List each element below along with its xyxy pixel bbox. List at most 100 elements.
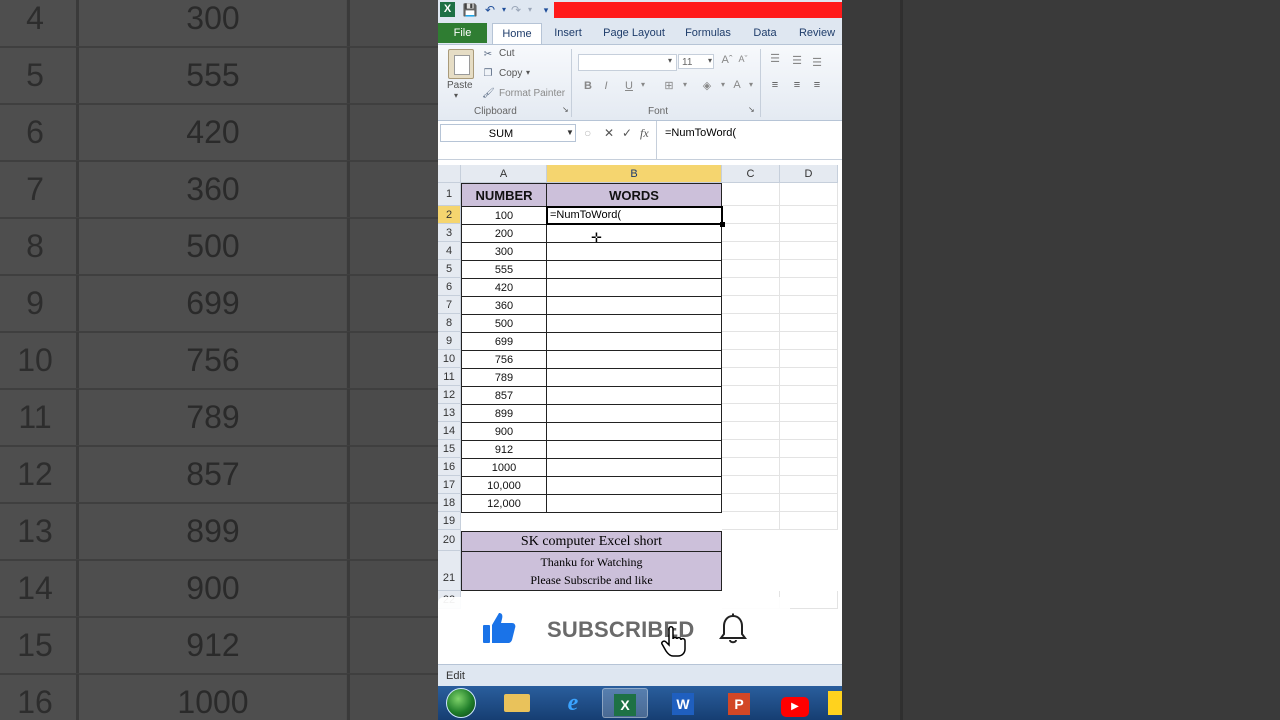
row-header-20[interactable]: 20	[438, 530, 461, 551]
banner-message-cell[interactable]: Thanku for Watching Please Subscribe and…	[461, 551, 722, 591]
row-header-11[interactable]: 11	[438, 368, 461, 386]
copy-button[interactable]: Copy	[499, 68, 522, 79]
cell-d15[interactable]	[780, 440, 838, 458]
cell-a17[interactable]: 10,000	[461, 476, 547, 495]
shrink-font-icon[interactable]: Aˇ	[736, 54, 750, 64]
copy-dropdown-icon[interactable]: ▾	[526, 68, 530, 77]
cell-b14[interactable]	[546, 422, 722, 441]
cell-c14[interactable]	[722, 422, 780, 440]
cell-b7[interactable]	[546, 296, 722, 315]
format-painter-button[interactable]: Format Painter	[499, 88, 565, 99]
row-header-3[interactable]: 3	[438, 224, 461, 242]
align-top-icon[interactable]: ☰	[768, 52, 782, 65]
customize-toolbar-icon[interactable]: ▾	[538, 2, 554, 18]
cell-d17[interactable]	[780, 476, 838, 494]
redo-dropdown-icon[interactable]: ▾	[522, 2, 538, 18]
borders-icon[interactable]: ⊞	[662, 79, 676, 92]
cell-b9[interactable]	[546, 332, 722, 351]
row-header-19[interactable]: 19	[438, 512, 461, 530]
cell-d5[interactable]	[780, 260, 838, 278]
save-icon[interactable]: 💾	[462, 2, 478, 18]
cell-c7[interactable]	[722, 296, 780, 314]
name-box-dropdown-icon[interactable]: ▼	[566, 124, 574, 142]
cell-c1[interactable]	[722, 183, 780, 206]
explorer-taskbar-icon[interactable]	[494, 688, 540, 718]
align-left-icon[interactable]: ≡	[768, 79, 782, 91]
cell-b5[interactable]	[546, 260, 722, 279]
cell-d12[interactable]	[780, 386, 838, 404]
cell-a4[interactable]: 300	[461, 242, 547, 261]
row-header-9[interactable]: 9	[438, 332, 461, 350]
formula-input[interactable]: =NumToWord(	[656, 121, 842, 159]
cell-d14[interactable]	[780, 422, 838, 440]
cell-b8[interactable]	[546, 314, 722, 333]
banner-title-cell[interactable]: SK computer Excel short	[461, 531, 722, 552]
font-color-icon[interactable]: A	[730, 79, 744, 91]
youtube-taskbar-icon[interactable]: ▶	[772, 688, 818, 718]
cell-b15[interactable]	[546, 440, 722, 459]
header-cell-words[interactable]: WORDS	[546, 183, 722, 207]
cell-b13[interactable]	[546, 404, 722, 423]
cell-d10[interactable]	[780, 350, 838, 368]
cell-c16[interactable]	[722, 458, 780, 476]
header-cell-number[interactable]: NUMBER	[461, 183, 547, 207]
font-launcher-icon[interactable]: ↘	[748, 105, 755, 114]
notification-bell-icon[interactable]	[718, 613, 748, 645]
cell-a15[interactable]: 912	[461, 440, 547, 459]
cell-d2[interactable]	[780, 206, 838, 224]
cell-a7[interactable]: 360	[461, 296, 547, 315]
row-header-10[interactable]: 10	[438, 350, 461, 368]
powerpoint-taskbar-icon[interactable]: P	[716, 688, 762, 718]
cell-a8[interactable]: 500	[461, 314, 547, 333]
font-name-dropdown-icon[interactable]: ▾	[668, 56, 672, 65]
cell-c13[interactable]	[722, 404, 780, 422]
cell-d6[interactable]	[780, 278, 838, 296]
row-header-8[interactable]: 8	[438, 314, 461, 332]
cell-d13[interactable]	[780, 404, 838, 422]
cell-d16[interactable]	[780, 458, 838, 476]
row-header-2[interactable]: 2	[438, 206, 461, 224]
cell-a3[interactable]: 200	[461, 224, 547, 243]
row-header-6[interactable]: 6	[438, 278, 461, 296]
cell-d4[interactable]	[780, 242, 838, 260]
active-cell-b2[interactable]: =NumToWord(	[546, 206, 723, 225]
row-header-1[interactable]: 1	[438, 183, 461, 206]
column-header-d[interactable]: D	[780, 165, 838, 183]
row-header-7[interactable]: 7	[438, 296, 461, 314]
cell-a2[interactable]: 100	[461, 206, 547, 225]
cell-b4[interactable]	[546, 242, 722, 261]
taskbar-app-icon[interactable]	[828, 691, 842, 715]
cut-button[interactable]: Cut	[499, 48, 515, 59]
bold-button[interactable]: B	[581, 80, 595, 92]
align-bottom-icon[interactable]: ☰	[810, 56, 824, 69]
fill-color-dropdown-icon[interactable]: ▾	[716, 80, 730, 89]
row-header-17[interactable]: 17	[438, 476, 461, 494]
cell-d7[interactable]	[780, 296, 838, 314]
cell-c19[interactable]	[722, 512, 780, 530]
cell-c12[interactable]	[722, 386, 780, 404]
cell-a16[interactable]: 1000	[461, 458, 547, 477]
align-middle-icon[interactable]: ☰	[790, 54, 804, 67]
cell-d18[interactable]	[780, 494, 838, 512]
select-all-corner[interactable]	[438, 165, 461, 183]
cell-b3[interactable]	[546, 224, 722, 243]
cell-c15[interactable]	[722, 440, 780, 458]
cell-c17[interactable]	[722, 476, 780, 494]
fill-handle[interactable]	[720, 222, 725, 227]
cell-a13[interactable]: 899	[461, 404, 547, 423]
cell-d19[interactable]	[780, 512, 838, 530]
cell-c3[interactable]	[722, 224, 780, 242]
cell-a6[interactable]: 420	[461, 278, 547, 297]
cell-d3[interactable]	[780, 224, 838, 242]
internet-explorer-taskbar-icon[interactable]: e	[550, 688, 596, 718]
word-taskbar-icon[interactable]: W	[660, 688, 706, 718]
cell-a11[interactable]: 789	[461, 368, 547, 387]
cell-b18[interactable]	[546, 494, 722, 513]
borders-dropdown-icon[interactable]: ▾	[678, 80, 692, 89]
underline-dropdown-icon[interactable]: ▾	[636, 80, 650, 89]
font-color-dropdown-icon[interactable]: ▾	[744, 80, 758, 89]
row-header-4[interactable]: 4	[438, 242, 461, 260]
tab-data[interactable]: Data	[748, 23, 782, 43]
tab-formulas[interactable]: Formulas	[680, 23, 736, 43]
cell-b12[interactable]	[546, 386, 722, 405]
